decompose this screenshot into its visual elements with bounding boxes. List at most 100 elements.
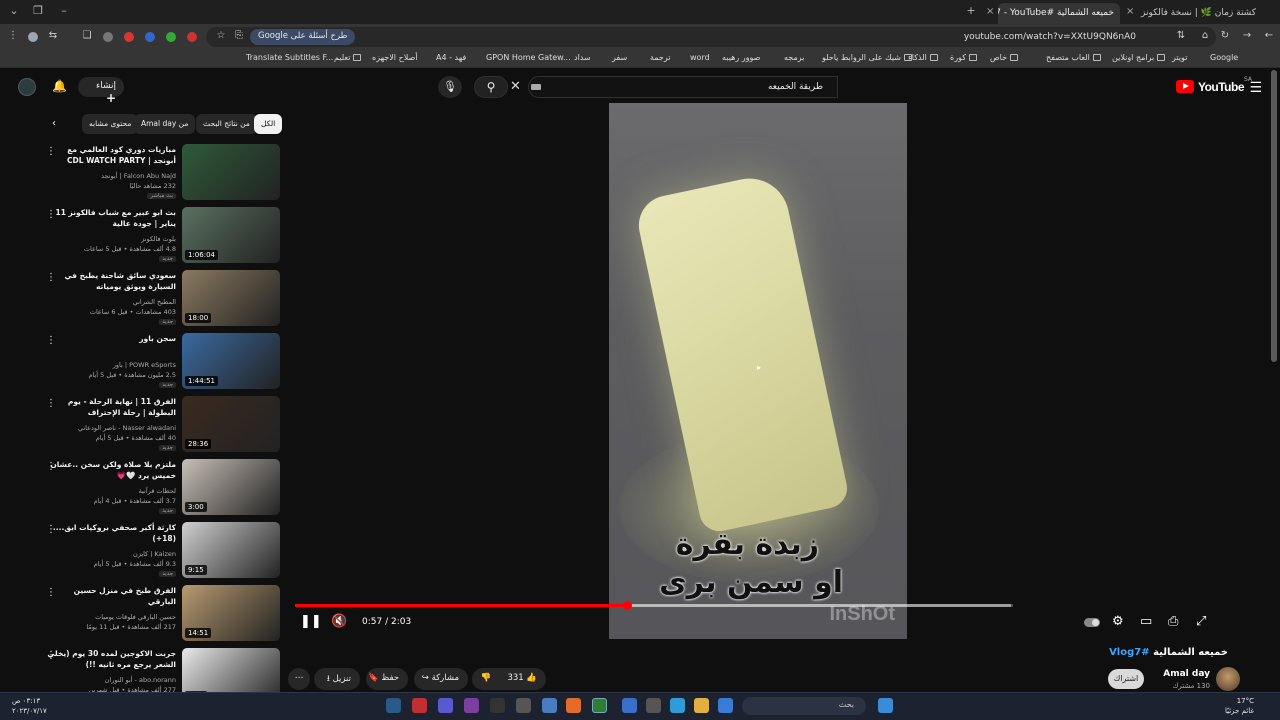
taskbar-app-icon[interactable] (464, 698, 479, 713)
taskbar-app-icon[interactable] (438, 698, 453, 713)
recommendation-title[interactable]: الفرق 11 | نهاية الرحلة - يوم البطولة | … (44, 396, 176, 418)
home-icon[interactable]: ⌂ (1198, 30, 1212, 41)
chip-from-search[interactable]: من نتائج البحث (196, 114, 257, 134)
recommendation-title[interactable]: بث ابو عبير مع شباب فالكونز 11 يناير | ج… (44, 207, 176, 229)
recommendation-title[interactable]: مباريات دوري كود العالمي مع أبونجد | CDL… (44, 144, 176, 166)
recommendation-item[interactable]: 1:06:04 بث ابو عبير مع شباب فالكونز 11 ين… (40, 207, 280, 265)
taskbar-app-icon[interactable] (542, 698, 557, 713)
recommendation-channel[interactable]: abo.norann - أبو النوران (105, 676, 176, 684)
window-menu-icon[interactable]: ⌄ (6, 4, 22, 17)
more-options-icon[interactable]: ⋮ (46, 398, 56, 409)
recommendation-item[interactable]: 18:00 سعودي سائق شاحنة يطبخ في السيارة وي… (40, 270, 280, 328)
restore-window-icon[interactable]: ❐ (30, 4, 46, 17)
close-tab-icon[interactable]: × (986, 6, 994, 17)
youtube-logo[interactable]: YouTube SA (1172, 76, 1252, 96)
recommendation-channel[interactable]: POWR eSports | باور (113, 361, 176, 369)
recommendation-title[interactable]: الفرق طبخ في منزل حسين البارقي (44, 585, 176, 607)
more-options-icon[interactable]: ⋮ (46, 461, 56, 472)
voice-search-button[interactable]: 🎙 (438, 76, 462, 98)
keyboard-icon[interactable] (531, 84, 541, 90)
more-actions-button[interactable]: ⋯ (288, 668, 310, 690)
video-thumbnail[interactable]: 28:36 (182, 396, 280, 452)
chrome-browser-icon[interactable] (592, 698, 607, 713)
video-thumbnail[interactable]: 18:00 (182, 270, 280, 326)
chevron-left-icon[interactable]: ‹ (52, 118, 56, 129)
browser-menu-icon[interactable]: ⋮ (6, 30, 20, 41)
extension-icon[interactable] (145, 32, 155, 42)
notifications-bell-icon[interactable]: 🔔 (52, 79, 67, 93)
recommendation-channel[interactable]: المطبخ الشراني (133, 298, 176, 306)
video-thumbnail[interactable]: 1:06:04 (182, 207, 280, 263)
more-options-icon[interactable]: ⋮ (46, 524, 56, 535)
taskbar-weather[interactable]: 17°C غائم جزئيًا (1204, 696, 1254, 716)
hashtag-link[interactable]: #Vlog7 (1109, 647, 1150, 658)
subscribe-button[interactable]: اشتراك (1108, 669, 1144, 689)
taskbar-app-icon[interactable] (412, 698, 427, 713)
pause-icon[interactable]: ❚❚ (300, 614, 322, 629)
bookmark[interactable]: أصلاح الاجهزه (372, 53, 418, 62)
more-options-icon[interactable]: ⋮ (46, 209, 56, 220)
extension-icon[interactable] (103, 32, 113, 42)
minimize-window-icon[interactable]: – (56, 4, 72, 17)
recommendation-channel[interactable]: بلوت فالكونز (141, 235, 176, 243)
extensions-puzzle-icon[interactable]: ❏ (80, 30, 94, 41)
taskbar-app-icon[interactable] (490, 698, 505, 713)
file-explorer-icon[interactable] (694, 698, 709, 713)
bookmark[interactable]: شيك على الروابط ياحلو (822, 53, 912, 62)
profile-avatar[interactable] (28, 32, 38, 42)
video-thumbnail[interactable] (182, 144, 280, 200)
bookmark[interactable]: كورة (950, 53, 977, 62)
bookmark[interactable]: صوور رهيبه (722, 53, 760, 62)
channel-avatar[interactable] (1216, 667, 1240, 691)
video-thumbnail[interactable]: 3:00 (182, 459, 280, 515)
taskbar-app-icon[interactable] (646, 698, 661, 713)
bookmark[interactable]: GPON Home Gatew... (486, 53, 571, 62)
recommendation-channel[interactable]: Kaizen | كايزن (133, 550, 176, 558)
bookmark[interactable]: تعليم (334, 53, 362, 62)
recommendation-title[interactable]: كارثة أكبر صحفي بروكيات ابق.... (18+) (44, 522, 176, 544)
browser-tab-active[interactable]: خميعه الشمالية #Vlog7 - YouTube (998, 3, 1120, 24)
progress-bar[interactable] (295, 601, 1013, 610)
search-input[interactable]: طريقة الخميعه (528, 76, 838, 98)
bookmark[interactable]: word (690, 53, 710, 62)
more-options-icon[interactable]: ⋮ (46, 272, 56, 283)
bookmark[interactable]: سداد (574, 53, 591, 62)
browser-tab[interactable]: كشتة زمان 🌿 | نسخة فالكونز (1138, 3, 1262, 24)
recommendation-item[interactable]: 14:51 الفرق طبخ في منزل حسين البارقي حسين … (40, 585, 280, 643)
extension-icon[interactable] (124, 32, 134, 42)
start-windows-icon[interactable] (878, 698, 893, 713)
save-button[interactable]: حفظ 🔖 (366, 668, 408, 690)
recommendation-title[interactable]: جربت الاكوجين لمده 30 يوم (يخلي الشعر ير… (44, 648, 176, 670)
recommendation-title[interactable]: سجن باور (44, 333, 176, 344)
chip-from-channel[interactable]: من Amal day (134, 114, 196, 134)
more-options-icon[interactable]: ⋮ (46, 335, 56, 346)
extension-icon[interactable] (166, 32, 176, 42)
taskbar-clock[interactable]: ٠٣:١٣ ص ٢٠٢٣/٠٧/١٧ (12, 696, 47, 716)
download-button[interactable]: تنزيل ⭳ (314, 668, 360, 690)
recommendation-item[interactable]: مباريات دوري كود العالمي مع أبونجد | CDL… (40, 144, 280, 202)
bookmark[interactable]: سفر (612, 53, 627, 62)
share-button[interactable]: مشاركة ↪ (414, 668, 468, 690)
taskbar-app-icon[interactable] (622, 698, 637, 713)
ask-google-pill[interactable]: طرح أسئلة على Google (250, 29, 356, 45)
site-settings-icon[interactable]: ⇅ (1174, 30, 1188, 41)
theater-mode-icon[interactable]: ▭ (1140, 614, 1152, 629)
new-tab-icon[interactable]: + (963, 4, 979, 17)
bookmark[interactable]: خاص (990, 53, 1019, 62)
recommendation-channel[interactable]: Falcon Abu Najd | أبونجد (101, 172, 176, 180)
close-tab-icon[interactable]: × (1126, 6, 1134, 17)
taskbar-app-icon[interactable] (718, 698, 733, 713)
video-player[interactable]: ▸ زبدة بقرة او سمن برى InShOt ❚❚ 🔇 0:57 … (295, 103, 1221, 639)
dislike-button[interactable]: 👎 (472, 668, 500, 690)
more-options-icon[interactable]: ⋮ (46, 650, 56, 661)
settings-gear-icon[interactable]: ⚙ (1112, 614, 1124, 629)
video-frame[interactable]: ▸ زبدة بقرة او سمن برى InShOt (609, 103, 907, 639)
fullscreen-icon[interactable]: ⤢ (1196, 614, 1206, 629)
chip-similar[interactable]: محتوى مشابه (82, 114, 139, 134)
chip-all[interactable]: الكل (254, 114, 283, 134)
autoplay-toggle[interactable] (1084, 618, 1100, 627)
install-app-icon[interactable]: ⎘ (232, 30, 246, 41)
bookmark-star-icon[interactable]: ☆ (214, 30, 228, 41)
bookmark[interactable]: تويتر (1172, 53, 1187, 62)
mute-icon[interactable]: 🔇 (331, 614, 347, 629)
